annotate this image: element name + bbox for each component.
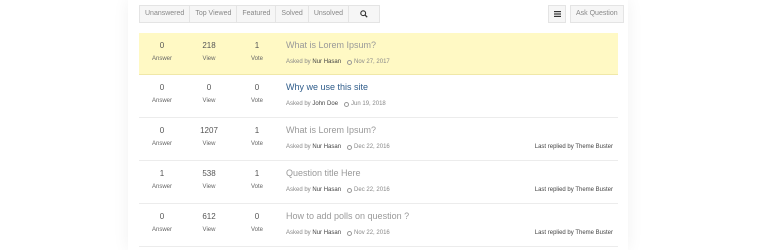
- author-link[interactable]: Nur Hasan: [312, 187, 341, 193]
- question-list: 0 Answer 218 View 1 Vote What is Lorem Ipsu…: [139, 33, 618, 247]
- clock-icon: [347, 59, 353, 65]
- filter-bar: Unanswered Top Viewed Featured Solved Un…: [139, 5, 381, 23]
- filter-unanswered[interactable]: Unanswered: [140, 6, 191, 22]
- clock-icon: [347, 187, 353, 193]
- question-date: Nov 27, 2017: [354, 59, 390, 65]
- question-row: 0 Answer 0 View 0 Vote Why we use this site…: [139, 75, 618, 118]
- vote-count: 0 Vote: [250, 83, 263, 104]
- last-replied: Last replied by Theme Buster: [534, 187, 613, 193]
- question-row: 1 Answer 538 View 1 Vote Question title Her…: [139, 161, 618, 204]
- menu-button[interactable]: [548, 5, 566, 23]
- author-link[interactable]: Nur Hasan: [312, 230, 341, 236]
- question-meta: Asked by Nur Hasan Dec 22, 2016: [286, 187, 390, 193]
- search-button[interactable]: [349, 6, 379, 22]
- question-row: 0 Answer 1207 View 1 Vote What is Lorem Ips…: [139, 118, 618, 161]
- question-meta: Asked by John Doe Jun 19, 2018: [286, 101, 386, 107]
- ask-question-button[interactable]: Ask Question: [570, 5, 624, 23]
- question-meta: Asked by Nur Hasan Nov 22, 2016: [286, 230, 390, 236]
- author-link[interactable]: Nur Hasan: [312, 59, 341, 65]
- question-title-link[interactable]: Why we use this site: [286, 82, 368, 92]
- filter-top-viewed[interactable]: Top Viewed: [190, 6, 238, 22]
- asked-by-label: Asked by: [286, 59, 311, 65]
- filter-unsolved[interactable]: Unsolved: [309, 6, 350, 22]
- vote-count: 0 Vote: [250, 212, 263, 233]
- answer-count: 0 Answer: [151, 212, 172, 233]
- hamburger-menu-icon: [553, 11, 561, 17]
- asked-by-label: Asked by: [286, 101, 311, 107]
- filter-featured[interactable]: Featured: [237, 6, 277, 22]
- asked-by-label: Asked by: [286, 144, 311, 150]
- question-title-link[interactable]: Question title Here: [286, 168, 361, 178]
- vote-count: 1 Vote: [250, 169, 263, 190]
- filter-solved[interactable]: Solved: [276, 6, 309, 22]
- clock-icon: [347, 230, 353, 236]
- question-title-link[interactable]: What is Lorem Ipsum?: [286, 125, 376, 135]
- author-link[interactable]: John Doe: [312, 101, 338, 107]
- question-meta: Asked by Nur Hasan Nov 27, 2017: [286, 59, 390, 65]
- last-replied: Last replied by Theme Buster: [534, 144, 613, 150]
- answer-count: 0 Answer: [151, 83, 172, 104]
- answer-count: 1 Answer: [151, 169, 172, 190]
- asked-by-label: Asked by: [286, 230, 311, 236]
- answer-count: 0 Answer: [151, 126, 172, 147]
- clock-icon: [347, 144, 353, 150]
- view-count: 1207 View: [200, 126, 218, 147]
- question-date: Dec 22, 2016: [354, 187, 390, 193]
- author-link[interactable]: Nur Hasan: [312, 144, 341, 150]
- question-meta: Asked by Nur Hasan Dec 22, 2016: [286, 144, 390, 150]
- vote-count: 1 Vote: [250, 126, 263, 147]
- question-date: Dec 22, 2016: [354, 144, 390, 150]
- answer-count: 0 Answer: [151, 41, 172, 62]
- question-title-link[interactable]: What is Lorem Ipsum?: [286, 40, 376, 50]
- question-row: 0 Answer 612 View 0 Vote How to add polls o…: [139, 204, 618, 247]
- view-count: 612 View: [202, 212, 216, 233]
- clock-icon: [344, 101, 350, 107]
- question-title-link[interactable]: How to add polls on question ?: [286, 211, 409, 221]
- view-count: 0 View: [202, 83, 216, 104]
- search-icon: [360, 10, 368, 18]
- vote-count: 1 Vote: [250, 41, 263, 62]
- question-date: Jun 19, 2018: [351, 101, 386, 107]
- asked-by-label: Asked by: [286, 187, 311, 193]
- view-count: 218 View: [202, 41, 216, 62]
- question-row: 0 Answer 218 View 1 Vote What is Lorem Ipsu…: [139, 33, 618, 75]
- view-count: 538 View: [202, 169, 216, 190]
- last-replied: Last replied by Theme Buster: [534, 230, 613, 236]
- question-date: Nov 22, 2016: [354, 230, 390, 236]
